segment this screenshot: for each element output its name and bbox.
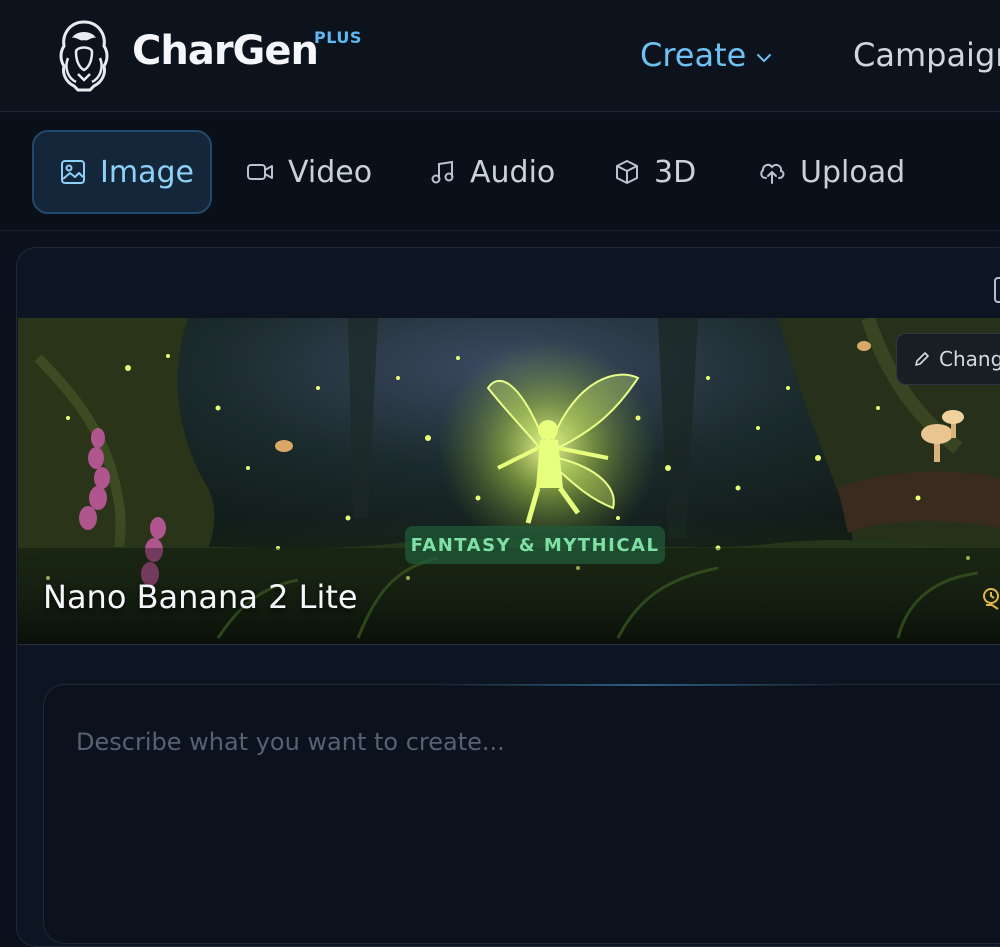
tab-3d[interactable]: 3D — [614, 130, 696, 214]
nav-create-label: Create — [640, 36, 747, 74]
top-header: CharGen PLUS Create Campaign — [0, 0, 1000, 112]
image-icon — [61, 160, 85, 184]
tab-video-label: Video — [288, 154, 373, 190]
tab-audio[interactable]: Audio — [430, 130, 555, 214]
cloud-upload-icon — [760, 163, 785, 184]
media-type-tabs: Image Video Audio 3D Upload — [0, 113, 1000, 231]
prompt-input[interactable] — [76, 722, 976, 762]
tab-upload-label: Upload — [800, 154, 906, 190]
prompt-focus-glow — [440, 684, 840, 686]
cube-icon — [616, 160, 638, 184]
credits-icon — [983, 588, 999, 610]
tab-image[interactable]: Image — [32, 130, 212, 214]
tab-video[interactable]: Video — [246, 130, 372, 214]
tab-audio-label: Audio — [470, 154, 556, 190]
nav-create[interactable]: Create — [640, 36, 772, 74]
model-name: Nano Banana 2 Lite — [43, 578, 358, 616]
plan-badge: PLUS — [314, 28, 362, 47]
nav-campaign[interactable]: Campaign — [853, 36, 1000, 74]
brand-name[interactable]: CharGen — [132, 28, 319, 74]
change-model-label: Chang — [939, 347, 1000, 371]
video-icon — [247, 164, 273, 180]
pencil-icon — [915, 352, 929, 366]
panel-toggle-icon[interactable] — [994, 277, 1000, 303]
music-note-icon — [431, 160, 454, 184]
tab-image-label: Image — [100, 154, 194, 190]
chevron-down-icon — [757, 54, 772, 63]
change-model-button[interactable]: Chang — [896, 333, 1000, 385]
logo-icon[interactable] — [54, 18, 114, 94]
tab-upload[interactable]: Upload — [758, 130, 905, 214]
category-badge: FANTASY & MYTHICAL — [405, 526, 665, 564]
tab-3d-label: 3D — [654, 154, 697, 190]
